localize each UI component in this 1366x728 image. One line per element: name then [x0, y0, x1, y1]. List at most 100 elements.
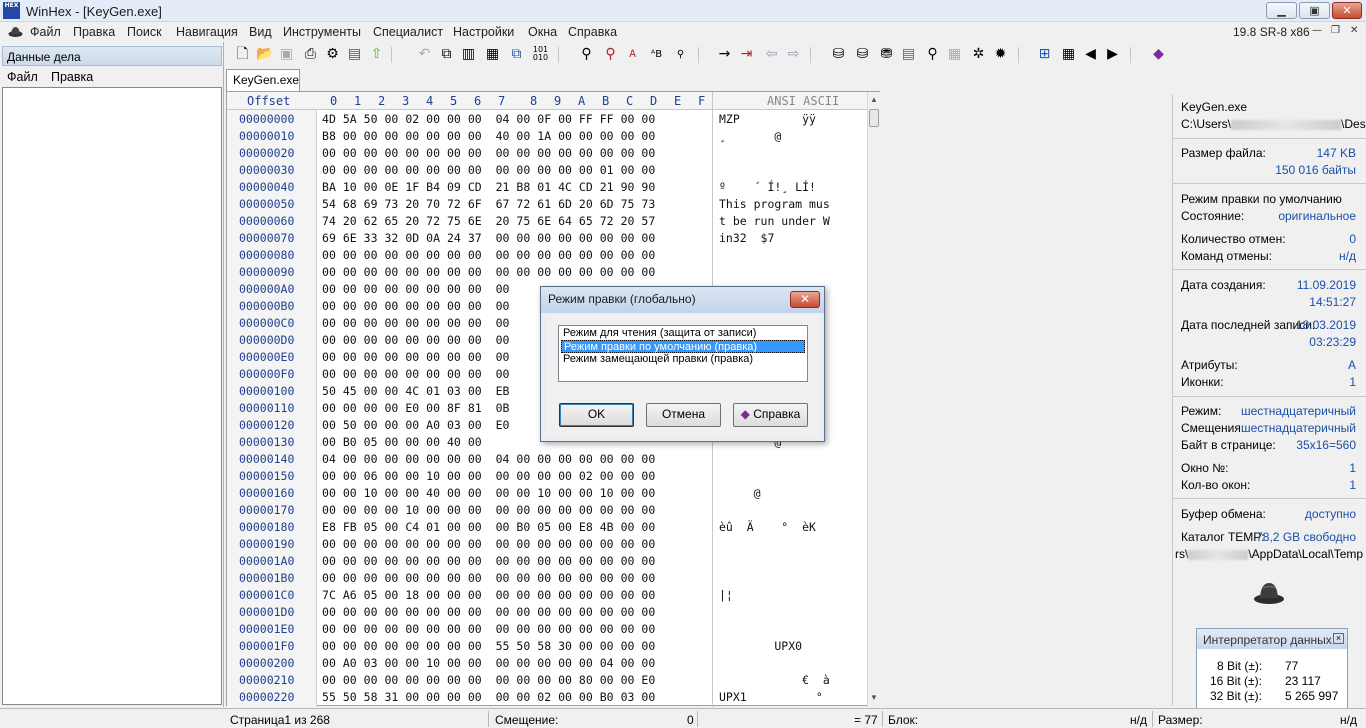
hex-row[interactable]: 00000050 54 68 69 73 20 70 72 6F 67 72 61… [227, 195, 867, 212]
row-hex-bytes[interactable]: 00 00 10 00 00 40 00 00 00 00 10 00 00 1… [322, 486, 655, 500]
hex-row[interactable]: 00000070 69 6E 33 32 0D 0A 24 37 00 00 00… [227, 229, 867, 246]
open-disk-icon[interactable]: ⛁ [830, 46, 847, 63]
row-ascii[interactable]: t be run under W [719, 214, 830, 228]
open-folder-icon[interactable]: ▤ [346, 46, 363, 63]
find-hex-icon[interactable]: ⚲ [602, 46, 619, 63]
row-hex-bytes[interactable]: 00 00 00 00 00 00 00 00 00 00 00 00 00 0… [322, 605, 655, 619]
scroll-down-icon[interactable]: ▼ [870, 693, 878, 702]
print-icon[interactable]: ⎙ [302, 46, 319, 63]
hat-menu-icon[interactable] [8, 25, 23, 38]
maximize-button[interactable]: ▣ [1299, 2, 1330, 19]
paste-icon[interactable]: ▦ [484, 46, 501, 63]
hex-row[interactable]: 00000170 00 00 00 00 10 00 00 00 00 00 00… [227, 501, 867, 518]
hex-row[interactable]: 000001E0 00 00 00 00 00 00 00 00 00 00 00… [227, 620, 867, 637]
cut-icon[interactable]: ▥ [460, 46, 477, 63]
edit-mode-listbox[interactable]: Режим для чтения (защита от записи) Режи… [558, 325, 808, 382]
row-hex-bytes[interactable]: 00 A0 03 00 00 10 00 00 00 00 00 00 00 0… [322, 656, 655, 670]
menu-navigation[interactable]: Навигация [176, 25, 238, 39]
clone-disk-icon[interactable]: ⛃ [878, 46, 895, 63]
row-hex-bytes[interactable]: 55 50 58 31 00 00 00 00 00 00 02 00 00 B… [322, 690, 655, 704]
hex-row[interactable]: 000001A0 00 00 00 00 00 00 00 00 00 00 00… [227, 552, 867, 569]
option-in-place-edit[interactable]: Режим замещающей правки (правка) [561, 353, 805, 366]
row-hex-bytes[interactable]: 54 68 69 73 20 70 72 6F 67 72 61 6D 20 6… [322, 197, 655, 211]
row-ascii[interactable]: in32 $7 [719, 231, 774, 245]
ram-icon[interactable]: ▤ [900, 46, 917, 63]
row-hex-bytes[interactable]: 4D 5A 50 00 02 00 00 00 04 00 0F 00 FF F… [322, 112, 655, 126]
row-hex-bytes[interactable]: 00 00 00 00 00 00 00 00 00 [322, 282, 509, 296]
row-ascii[interactable]: @ [719, 486, 761, 500]
ok-button[interactable]: OK [559, 403, 634, 427]
row-hex-bytes[interactable]: 00 00 00 00 00 00 00 00 00 [322, 367, 509, 381]
hex-row[interactable]: 00000140 04 00 00 00 00 00 00 00 04 00 00… [227, 450, 867, 467]
menu-window[interactable]: Окна [528, 25, 557, 39]
mdi-restore-button[interactable]: ❐ [1331, 25, 1340, 36]
hex-row[interactable]: 00000090 00 00 00 00 00 00 00 00 00 00 00… [227, 263, 867, 280]
row-hex-bytes[interactable]: 74 20 62 65 20 72 75 6E 20 75 6E 64 65 7… [322, 214, 655, 228]
row-hex-bytes[interactable]: 00 00 00 00 00 00 00 00 00 00 00 00 00 0… [322, 248, 655, 262]
row-ascii[interactable]: UPX0 [719, 639, 802, 653]
row-hex-bytes[interactable]: 00 00 00 00 00 00 00 00 00 [322, 333, 509, 347]
hex-row[interactable]: 00000210 00 00 00 00 00 00 00 00 00 00 00… [227, 671, 867, 688]
row-ascii[interactable]: € à [719, 673, 830, 687]
save-icon[interactable]: ▣ [278, 46, 295, 63]
find-text-icon[interactable]: ⚲ [578, 46, 595, 63]
row-ascii[interactable]: º ´ Í!¸ LÍ! [719, 180, 816, 194]
goto-arrow-icon[interactable]: ⇥ [738, 46, 755, 63]
calculator-icon[interactable]: ▦ [946, 46, 963, 63]
hex-row[interactable]: 000001B0 00 00 00 00 00 00 00 00 00 00 00… [227, 569, 867, 586]
row-hex-bytes[interactable]: E8 FB 05 00 C4 01 00 00 00 B0 05 00 E8 4… [322, 520, 655, 534]
copy-block-icon[interactable]: ⧉ [438, 46, 455, 63]
prev-icon[interactable]: ◀ [1082, 46, 1099, 63]
hex-row[interactable]: 00000010 B8 00 00 00 00 00 00 00 40 00 1A… [227, 127, 867, 144]
replace-text-icon[interactable]: ꓮ [624, 46, 641, 63]
row-ascii[interactable]: |¦ [719, 588, 733, 602]
row-hex-bytes[interactable]: 00 00 00 00 00 00 00 00 00 00 00 00 00 0… [322, 265, 655, 279]
hex-row[interactable]: 00000160 00 00 10 00 00 40 00 00 00 00 10… [227, 484, 867, 501]
help-button[interactable]: ◆ Справка [733, 403, 808, 427]
menu-options[interactable]: Настройки [453, 25, 514, 39]
binary-icon[interactable]: 101 010 [532, 46, 549, 63]
hex-row[interactable]: 00000190 00 00 00 00 00 00 00 00 00 00 00… [227, 535, 867, 552]
menu-view[interactable]: Вид [249, 25, 272, 39]
row-hex-bytes[interactable]: 00 00 06 00 00 10 00 00 00 00 00 00 02 0… [322, 469, 655, 483]
row-hex-bytes[interactable]: 00 00 00 00 00 00 00 00 00 00 00 00 00 0… [322, 571, 655, 585]
row-ascii[interactable]: ¸ @ [719, 129, 781, 143]
hex-row[interactable]: 00000220 55 50 58 31 00 00 00 00 00 00 02… [227, 688, 867, 705]
next-icon[interactable]: ▶ [1104, 46, 1121, 63]
menu-help[interactable]: Справка [568, 25, 617, 39]
hex-row[interactable]: 00000180 E8 FB 05 00 C4 01 00 00 00 B0 05… [227, 518, 867, 535]
open-file-icon[interactable]: 📂 [256, 46, 273, 63]
menu-specialist[interactable]: Специалист [373, 25, 443, 39]
export-icon[interactable]: ⇧ [368, 46, 385, 63]
case-menu-file[interactable]: Файл [7, 70, 38, 84]
row-hex-bytes[interactable]: 00 00 00 00 00 00 00 00 00 00 00 00 00 0… [322, 163, 655, 177]
case-menu-edit[interactable]: Правка [51, 70, 93, 84]
row-hex-bytes[interactable]: 69 6E 33 32 0D 0A 24 37 00 00 00 00 00 0… [322, 231, 655, 245]
row-ascii[interactable]: This program mus [719, 197, 830, 211]
row-hex-bytes[interactable]: 00 00 00 00 00 00 00 00 00 00 00 00 00 0… [322, 146, 655, 160]
hex-row[interactable]: 00000040 BA 10 00 0E 1F B4 09 CD 21 B8 01… [227, 178, 867, 195]
row-ascii[interactable]: MZP ÿÿ [719, 112, 816, 126]
scroll-up-icon[interactable]: ▲ [870, 95, 878, 104]
close-button[interactable]: ✕ [1332, 2, 1362, 19]
hex-row[interactable]: 000001C0 7C A6 05 00 18 00 00 00 00 00 00… [227, 586, 867, 603]
grid-icon[interactable]: ▦ [1060, 46, 1077, 63]
hex-row[interactable]: 00000020 00 00 00 00 00 00 00 00 00 00 00… [227, 144, 867, 161]
menu-edit[interactable]: Правка [73, 25, 115, 39]
properties-icon[interactable]: ⚙ [324, 46, 341, 63]
row-hex-bytes[interactable]: 00 B0 05 00 00 00 40 00 [322, 435, 482, 449]
row-hex-bytes[interactable]: 00 50 00 00 00 A0 03 00 E0 [322, 418, 509, 432]
scroll-thumb[interactable] [869, 109, 879, 127]
hex-row[interactable]: 00000030 00 00 00 00 00 00 00 00 00 00 00… [227, 161, 867, 178]
paste-special-icon[interactable]: ⧉ [508, 46, 525, 63]
row-hex-bytes[interactable]: 7C A6 05 00 18 00 00 00 00 00 00 00 00 0… [322, 588, 655, 602]
row-hex-bytes[interactable]: B8 00 00 00 00 00 00 00 40 00 1A 00 00 0… [322, 129, 655, 143]
menu-file[interactable]: Файл [30, 25, 61, 39]
row-hex-bytes[interactable]: 00 00 00 00 00 00 00 00 00 [322, 299, 509, 313]
row-hex-bytes[interactable]: 00 00 00 00 00 00 00 00 00 00 00 00 00 0… [322, 537, 655, 551]
hex-row[interactable]: 00000200 00 A0 03 00 00 10 00 00 00 00 00… [227, 654, 867, 671]
hex-row[interactable]: 00000150 00 00 06 00 00 10 00 00 00 00 00… [227, 467, 867, 484]
minimize-button[interactable]: ▁ [1266, 2, 1297, 19]
replace-hex-icon[interactable]: ᴬB [648, 46, 665, 63]
undo-icon[interactable]: ↶ [416, 46, 433, 63]
